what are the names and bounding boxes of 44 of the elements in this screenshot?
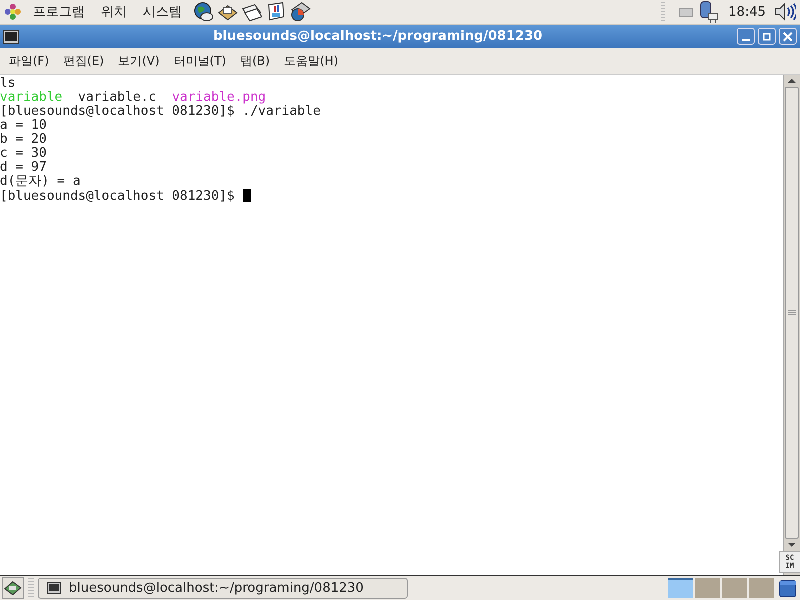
- minimize-icon: [742, 38, 750, 40]
- panel-menu[interactable]: 위치: [96, 3, 132, 21]
- terminal-text: [bluesounds@localhost 081230]$ ./variable: [0, 104, 321, 119]
- workspace-switcher[interactable]: [749, 578, 774, 598]
- show-desktop-icon[interactable]: [2, 577, 24, 599]
- menu-item[interactable]: 도움말(H): [279, 52, 344, 70]
- terminal-text: variable: [0, 90, 63, 105]
- terminal-text: [bluesounds@localhost 081230]$: [0, 189, 236, 204]
- terminal-text: variable.c: [77, 90, 158, 105]
- flower-logo-icon[interactable]: [4, 3, 22, 21]
- grip-icon: [788, 310, 796, 316]
- terminal-text: d(문자) = a: [0, 174, 81, 189]
- window-title: bluesounds@localhost:~/programing/081230: [212, 29, 544, 44]
- panel-menu[interactable]: 프로그램: [28, 3, 90, 21]
- terminal-icon: [47, 582, 61, 594]
- battery-plug-icon[interactable]: [698, 1, 721, 23]
- maximize-button[interactable]: [758, 28, 776, 45]
- taskbar-button[interactable]: bluesounds@localhost:~/programing/081230: [38, 578, 408, 598]
- trash-icon[interactable]: [778, 578, 798, 598]
- menu-item[interactable]: 터미널(T): [168, 52, 232, 70]
- menu-item[interactable]: 탭(B): [236, 52, 276, 70]
- workspace-switcher[interactable]: [722, 578, 747, 598]
- menu-item[interactable]: 보기(V): [113, 52, 165, 70]
- panel-menu[interactable]: 시스템: [138, 3, 187, 21]
- terminal-text: d = 97: [0, 160, 47, 175]
- globe-icon[interactable]: [193, 1, 215, 23]
- terminal-text: b = 20: [0, 132, 47, 147]
- close-button[interactable]: [779, 28, 797, 45]
- menu-item[interactable]: 파일(F): [4, 52, 54, 70]
- maximize-icon: [762, 32, 772, 42]
- workspace-switcher[interactable]: [695, 578, 720, 598]
- menu-item[interactable]: 편집(E): [58, 52, 110, 70]
- terminal-text: a = 10: [0, 118, 47, 133]
- chart-icon[interactable]: [289, 1, 311, 23]
- terminal-text: variable.png: [172, 90, 266, 105]
- terminal-text: ls: [0, 76, 16, 91]
- clock[interactable]: 18:45: [726, 4, 768, 20]
- workspace-switcher[interactable]: [668, 578, 693, 598]
- terminal-icon: [3, 30, 19, 44]
- close-icon: [783, 32, 793, 42]
- terminal-text: c = 30: [0, 146, 47, 161]
- volume-icon[interactable]: [774, 2, 796, 22]
- minimize-button[interactable]: [737, 28, 755, 45]
- scrollbar-thumb[interactable]: [785, 86, 799, 540]
